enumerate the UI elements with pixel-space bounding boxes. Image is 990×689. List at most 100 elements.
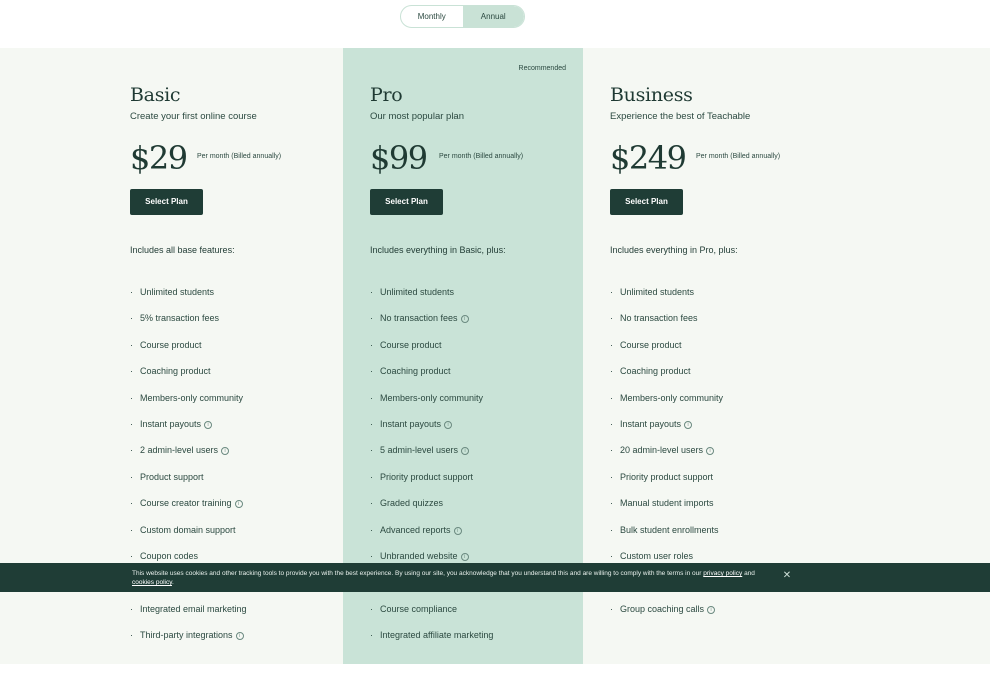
feature-label: Priority product support <box>620 471 714 482</box>
feature-label: Bulk student enrollments <box>620 524 719 535</box>
bullet-icon: · <box>610 392 613 403</box>
feature-item: · Manual student imports <box>610 498 723 524</box>
info-icon[interactable]: i <box>234 500 243 509</box>
info-icon[interactable]: i <box>461 447 470 456</box>
bullet-icon: · <box>130 418 133 429</box>
feature-label: No transaction fees <box>380 313 458 324</box>
feature-label: Coaching product <box>140 366 211 377</box>
feature-label: Course creator training <box>140 498 232 509</box>
bullet-icon: · <box>130 445 133 456</box>
feature-label: Unlimited students <box>620 287 695 297</box>
feature-item: · Group coaching calls i <box>610 604 723 630</box>
plan-name: Business <box>610 84 693 106</box>
plan-price: $249 <box>610 139 687 177</box>
bullet-icon: · <box>370 339 373 350</box>
feature-label: Group coaching calls <box>620 603 705 614</box>
feature-list: · Unlimited students · 5% transaction fees ·… <box>130 287 247 656</box>
feature-label: 5 admin-level users <box>380 445 459 456</box>
feature-item: · Unlimited students <box>130 287 247 313</box>
cookies-policy-link[interactable]: cookies policy <box>132 579 172 586</box>
bullet-icon: · <box>370 313 373 324</box>
info-icon[interactable]: i <box>235 632 244 641</box>
feature-item: · Course compliance <box>370 604 493 630</box>
price-note: Per month (Billed annually) <box>439 153 524 160</box>
feature-item: · Course product <box>370 340 493 366</box>
info-icon[interactable]: i <box>460 552 469 561</box>
info-icon[interactable]: i <box>221 447 230 456</box>
billing-toggle[interactable]: Monthly Annual <box>400 5 525 28</box>
bullet-icon: · <box>610 418 613 429</box>
bullet-icon: · <box>610 471 613 482</box>
feature-label: Graded quizzes <box>380 498 444 509</box>
includes-heading: Includes everything in Pro, plus: <box>610 245 738 255</box>
bullet-icon: · <box>610 339 613 350</box>
bullet-icon: · <box>130 366 133 377</box>
feature-item: · Instant payouts i <box>130 419 247 445</box>
recommended-badge: Recommended <box>518 65 566 72</box>
select-plan-button[interactable]: Select Plan <box>610 189 683 215</box>
feature-label: Members-only community <box>380 392 484 403</box>
includes-heading: Includes all base features: <box>130 245 235 255</box>
annual-option[interactable]: Annual <box>462 6 524 27</box>
cookie-text: This website uses cookies and other trac… <box>132 569 772 587</box>
feature-item: · Coaching product <box>370 366 493 392</box>
feature-label: Coaching product <box>380 366 451 377</box>
feature-item: · 5% transaction fees <box>130 313 247 339</box>
feature-label: Instant payouts <box>380 418 442 429</box>
feature-label: Unbranded website <box>380 550 458 561</box>
cookie-and: and <box>744 570 755 577</box>
info-icon[interactable]: i <box>204 420 213 429</box>
feature-item: · Integrated email marketing <box>130 604 247 630</box>
close-icon[interactable]: ✕ <box>782 569 792 583</box>
info-icon[interactable]: i <box>707 605 716 614</box>
select-plan-button[interactable]: Select Plan <box>130 189 203 215</box>
bullet-icon: · <box>610 498 613 509</box>
includes-heading: Includes everything in Basic, plus: <box>370 245 506 255</box>
feature-label: Custom user roles <box>620 550 694 561</box>
feature-item: · Product support <box>130 472 247 498</box>
bullet-icon: · <box>370 392 373 403</box>
monthly-option[interactable]: Monthly <box>401 6 463 27</box>
feature-label: No transaction fees <box>620 313 698 324</box>
plan-name: Pro <box>370 84 403 106</box>
cookie-banner: This website uses cookies and other trac… <box>0 563 990 592</box>
feature-label: Product support <box>140 471 204 482</box>
feature-label: Course product <box>380 339 442 350</box>
select-plan-button[interactable]: Select Plan <box>370 189 443 215</box>
info-icon[interactable]: i <box>684 420 693 429</box>
feature-item: · Members-only community <box>370 393 493 419</box>
privacy-policy-link[interactable]: privacy policy <box>703 570 742 577</box>
feature-item: · Members-only community <box>130 393 247 419</box>
feature-item: · Integrated affiliate marketing <box>370 630 493 656</box>
feature-label: Instant payouts <box>620 418 682 429</box>
bullet-icon: · <box>130 550 133 561</box>
feature-label: Course product <box>140 339 202 350</box>
feature-item: · No transaction fees <box>610 313 723 339</box>
feature-label: Members-only community <box>140 392 244 403</box>
bullet-icon: · <box>370 418 373 429</box>
feature-item: · 5 admin-level users i <box>370 445 493 471</box>
feature-item: · Coaching product <box>610 366 723 392</box>
feature-label: Custom domain support <box>140 524 236 535</box>
feature-item: · Priority product support <box>370 472 493 498</box>
plan-price: $29 <box>130 139 188 177</box>
info-icon[interactable]: i <box>460 315 469 324</box>
bullet-icon: · <box>370 366 373 377</box>
bullet-icon: · <box>610 445 613 456</box>
bullet-icon: · <box>370 471 373 482</box>
info-icon[interactable]: i <box>444 420 453 429</box>
price-note: Per month (Billed annually) <box>696 153 781 160</box>
feature-item: · Course product <box>130 340 247 366</box>
feature-label: Unlimited students <box>380 287 455 297</box>
info-icon[interactable]: i <box>706 447 715 456</box>
feature-item: · Coaching product <box>130 366 247 392</box>
bullet-icon: · <box>370 445 373 456</box>
bullet-icon: · <box>130 339 133 350</box>
feature-item: · Bulk student enrollments <box>610 525 723 551</box>
bullet-icon: · <box>130 471 133 482</box>
cookie-message: This website uses cookies and other trac… <box>132 570 702 577</box>
feature-label: 20 admin-level users <box>620 445 704 456</box>
feature-item: · Custom domain support <box>130 525 247 551</box>
info-icon[interactable]: i <box>453 526 462 535</box>
bullet-icon: · <box>370 550 373 561</box>
